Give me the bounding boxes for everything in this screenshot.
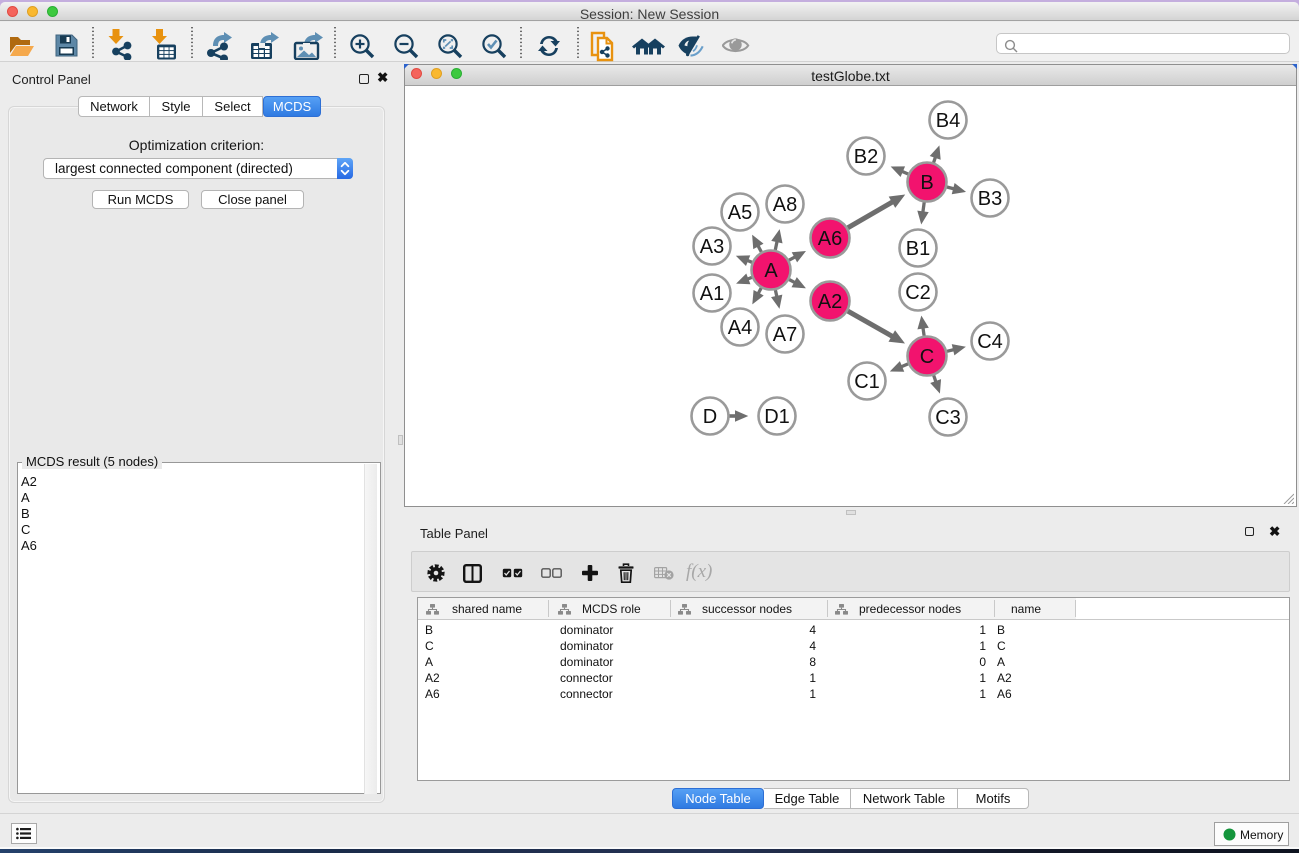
svg-text:A5: A5	[728, 202, 752, 224]
svg-text:A7: A7	[773, 324, 797, 346]
svg-text:D: D	[703, 406, 717, 428]
svg-text:C1: C1	[854, 371, 880, 393]
svg-text:A6: A6	[818, 228, 842, 250]
svg-text:A8: A8	[773, 194, 797, 216]
svg-text:B4: B4	[936, 110, 960, 132]
svg-text:A4: A4	[728, 317, 752, 339]
svg-text:D1: D1	[764, 406, 790, 428]
svg-text:C4: C4	[977, 331, 1003, 353]
svg-text:B3: B3	[978, 188, 1002, 210]
svg-text:B1: B1	[906, 238, 930, 260]
svg-text:B: B	[920, 172, 933, 194]
svg-text:C3: C3	[935, 407, 961, 429]
svg-text:C: C	[920, 346, 934, 368]
svg-text:A3: A3	[700, 236, 724, 258]
svg-text:A1: A1	[700, 283, 724, 305]
svg-text:A2: A2	[818, 291, 842, 313]
svg-text:A: A	[764, 260, 778, 282]
svg-text:B2: B2	[854, 146, 878, 168]
svg-text:C2: C2	[905, 282, 931, 304]
